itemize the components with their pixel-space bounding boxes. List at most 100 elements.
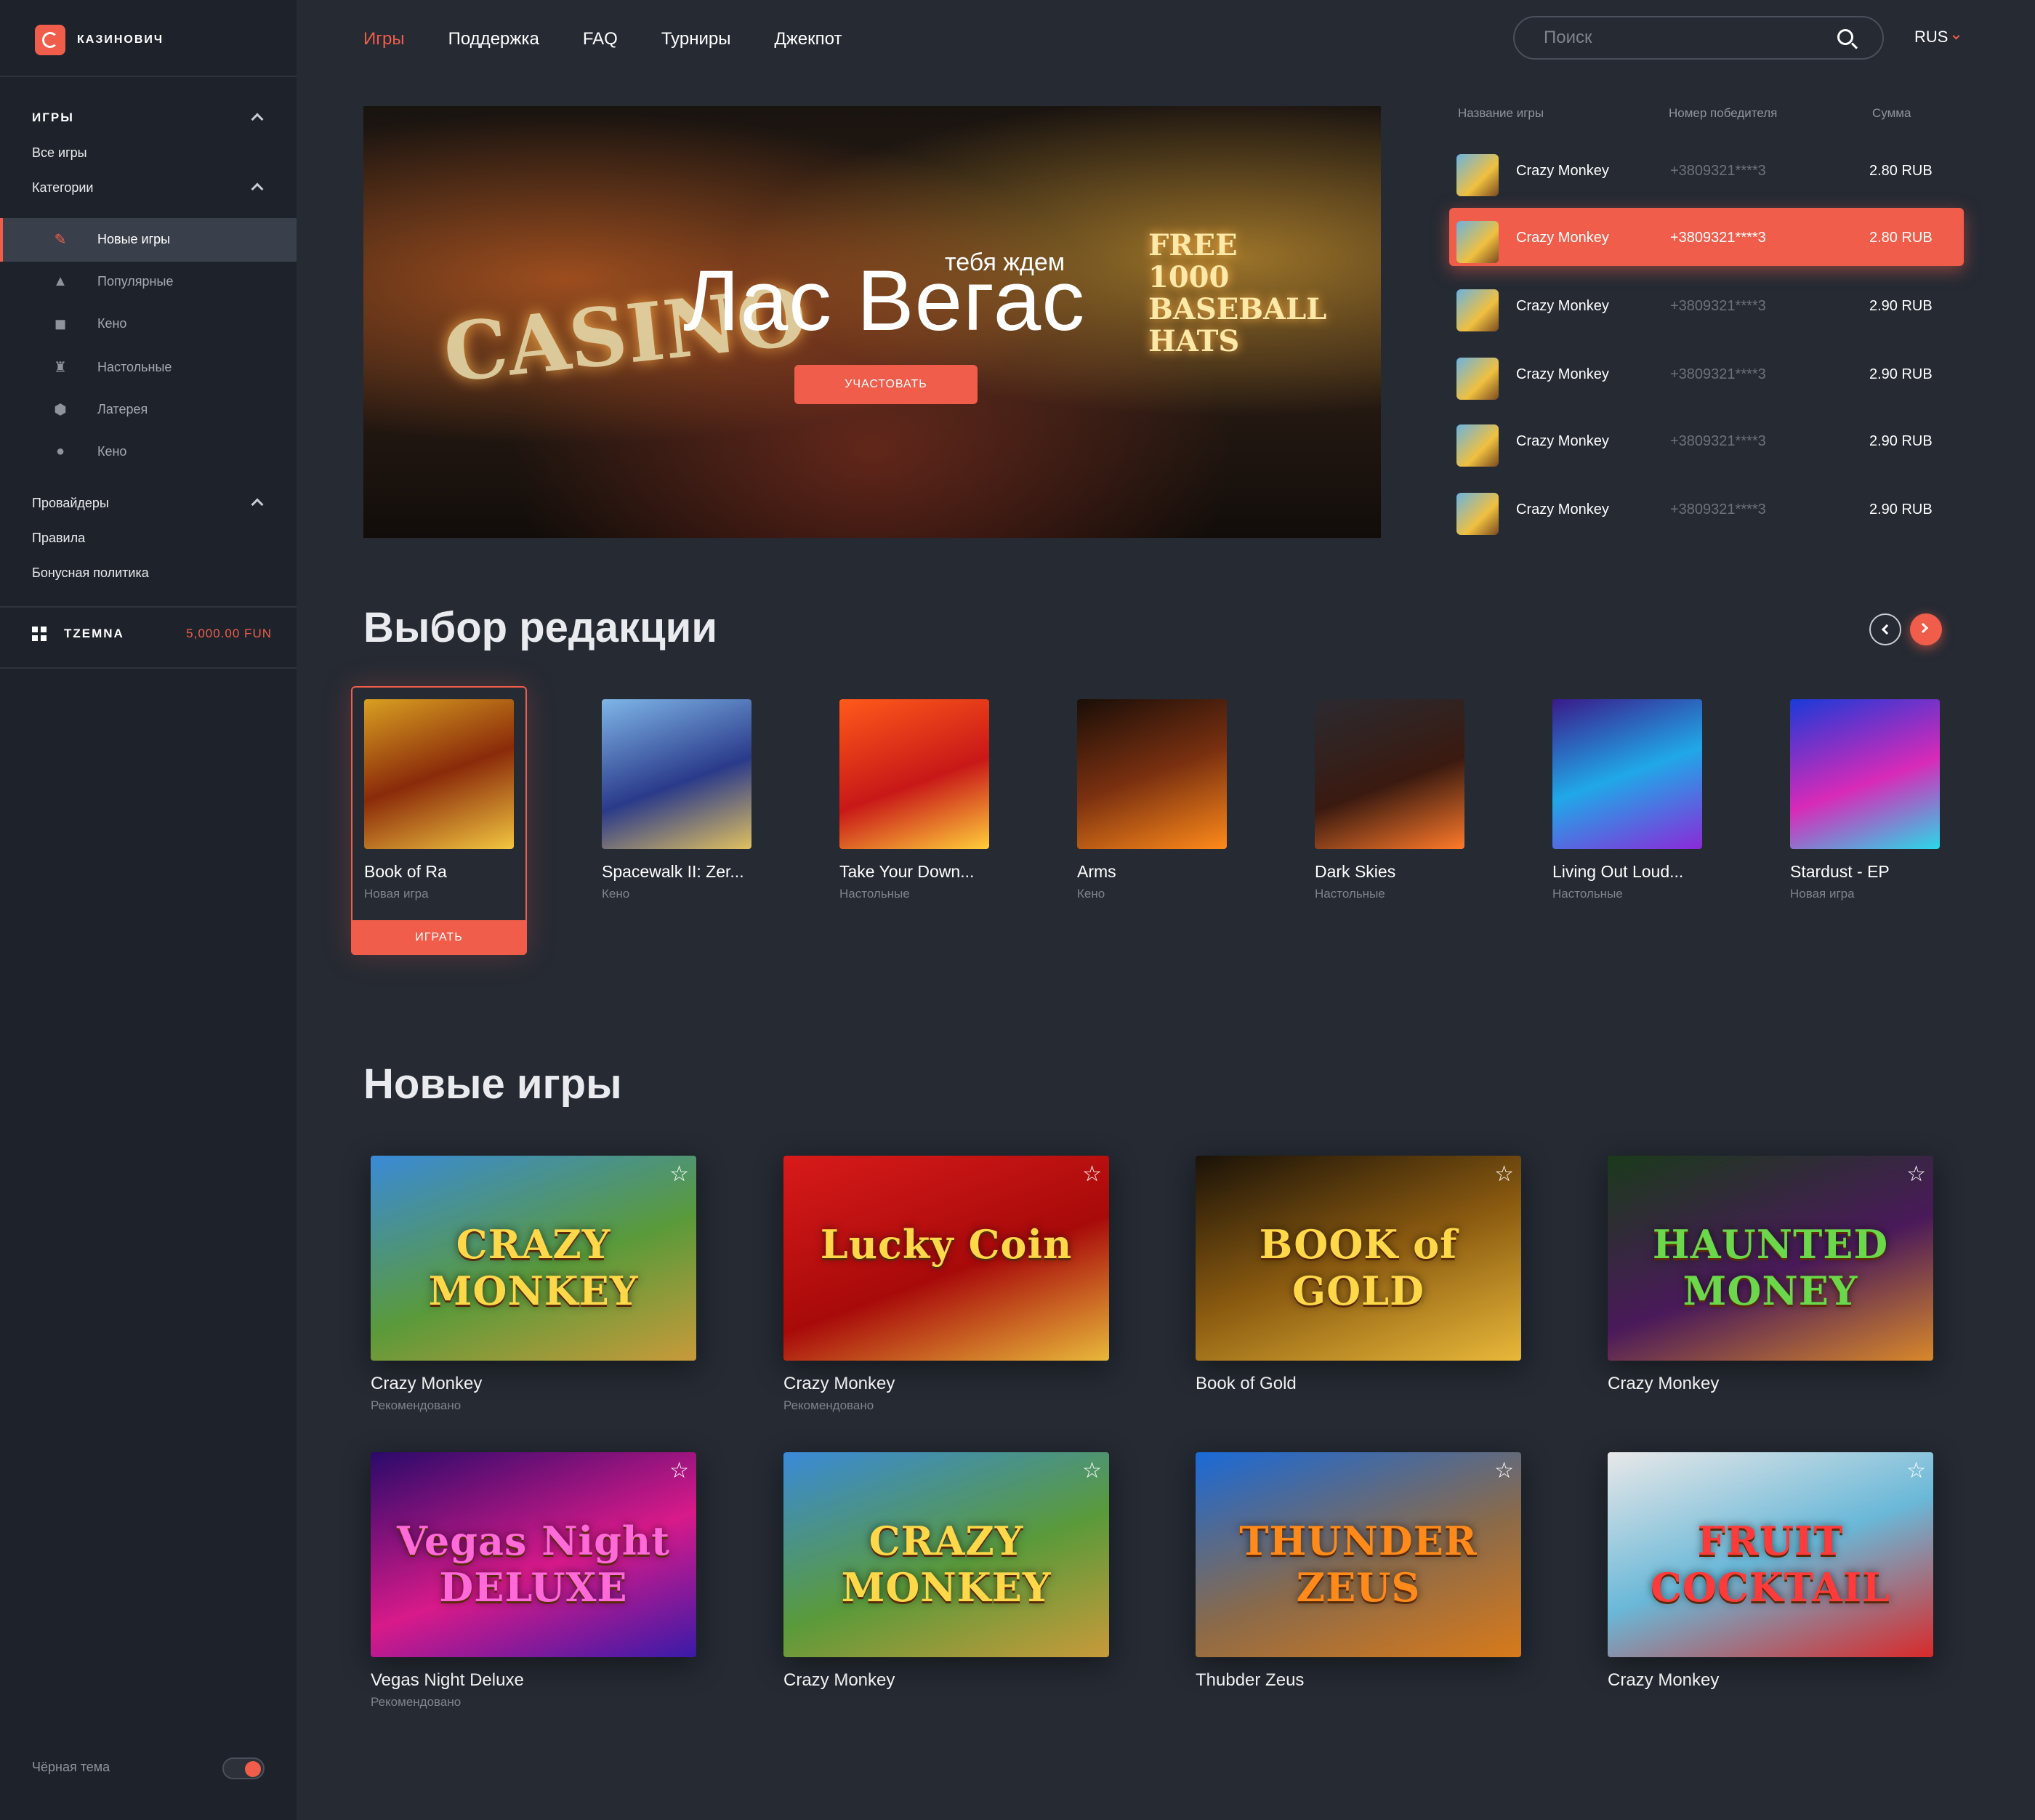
sidebar-item-categories[interactable]: Категории — [32, 180, 93, 196]
games-heading[interactable]: ИГРЫ — [32, 110, 74, 125]
star-icon[interactable]: ☆ — [1906, 1458, 1926, 1483]
chess-rook-icon: ♜ — [54, 359, 67, 376]
wrench-icon: ✎ — [54, 231, 67, 248]
ball-icon: ● — [55, 443, 65, 459]
carousel-prev-button[interactable] — [1869, 613, 1901, 645]
winner-row[interactable]: Crazy Monkey +3809321****3 2.90 RUB — [1449, 411, 1964, 470]
username: TZEMNA — [64, 627, 124, 640]
winner-game: Crazy Monkey — [1516, 230, 1609, 246]
winner-game: Crazy Monkey — [1516, 502, 1609, 518]
winner-row[interactable]: Crazy Monkey +3809321****3 2.90 RUB — [1449, 345, 1964, 403]
star-icon[interactable]: ☆ — [1494, 1458, 1514, 1483]
winner-sum: 2.90 RUB — [1869, 298, 1933, 314]
star-icon[interactable]: ☆ — [1082, 1458, 1102, 1483]
sidebar-item-rules[interactable]: Правила — [32, 531, 85, 546]
game-card[interactable]: CRAZY MONKEY ☆ Crazy Monkey — [783, 1452, 1109, 1695]
game-category: Рекомендовано — [371, 1398, 462, 1412]
game-cover-title: FRUIT COCKTAIL — [1650, 1518, 1891, 1611]
nav-jackpot[interactable]: Джекпот — [774, 29, 842, 49]
game-card[interactable]: THUNDER ZEUS ☆ Thubder Zeus — [1196, 1452, 1521, 1695]
winners-table: Название игры Номер победителя Сумма Cra… — [1449, 106, 1964, 535]
grid-icon — [32, 627, 47, 641]
editors-pick-title: Выбор редакции — [363, 604, 717, 651]
category-popular[interactable]: ▲ Популярные — [52, 273, 173, 289]
nav-tournaments[interactable]: Турниры — [661, 29, 731, 49]
category-table[interactable]: ♜ Настольные — [52, 359, 172, 376]
search-box — [1513, 16, 1884, 60]
game-card[interactable]: Lucky Coin ☆ Crazy Monkey Рекомендовано — [783, 1156, 1109, 1413]
category-keno-2[interactable]: ● Кено — [52, 443, 127, 459]
game-cover-title: CRAZY MONKEY — [428, 1221, 639, 1314]
game-cover: Lucky Coin ☆ — [783, 1156, 1109, 1361]
game-name: Take Your Down... — [839, 862, 975, 881]
game-thumbnail — [602, 699, 751, 849]
game-card[interactable]: CRAZY MONKEY ☆ Crazy Monkey Рекомендовано — [371, 1156, 696, 1413]
game-category: Рекомендовано — [371, 1695, 462, 1709]
sidebar-item-bonus-policy[interactable]: Бонусная политика — [32, 565, 149, 581]
col-phone: Номер победителя — [1669, 106, 1778, 120]
search-input[interactable] — [1544, 26, 1834, 49]
game-card[interactable]: FRUIT COCKTAIL ☆ Crazy Monkey — [1608, 1452, 1933, 1695]
game-name: Arms — [1077, 862, 1116, 881]
search-icon[interactable] — [1837, 29, 1853, 45]
winner-row[interactable]: Crazy Monkey +3809321****3 2.90 RUB — [1449, 480, 1964, 538]
winner-game: Crazy Monkey — [1516, 298, 1609, 314]
sidebar-item-providers[interactable]: Провайдеры — [32, 496, 109, 511]
winner-phone: +3809321****3 — [1670, 433, 1766, 449]
game-thumbnail — [839, 699, 989, 849]
nav-support[interactable]: Поддержка — [448, 29, 539, 49]
top-nav: Игры Поддержка FAQ Турниры Джекпот — [363, 29, 885, 49]
star-icon[interactable]: ☆ — [669, 1458, 689, 1483]
logo[interactable]: КАЗИНОВИЧ — [35, 25, 164, 55]
col-sum: Сумма — [1872, 106, 1911, 120]
winner-row[interactable]: Crazy Monkey +3809321****3 2.90 RUB — [1449, 276, 1964, 334]
game-cover-title: CRAZY MONKEY — [841, 1518, 1052, 1611]
category-label: Латерея — [97, 401, 148, 416]
winner-phone: +3809321****3 — [1670, 502, 1766, 518]
category-label: Настольные — [97, 359, 172, 374]
game-card[interactable]: Vegas Night DELUXE ☆ Vegas Night Deluxe Рек… — [371, 1452, 696, 1710]
game-cover: HAUNTED MONEY ☆ — [1608, 1156, 1933, 1361]
divider — [0, 606, 297, 608]
user-account[interactable]: TZEMNA 5,000.00 FUN — [32, 627, 272, 641]
category-keno[interactable]: ◼ Кено — [52, 315, 127, 332]
carousel-next-button[interactable] — [1910, 613, 1942, 645]
game-card[interactable]: BOOK of GOLD ☆ Book of Gold — [1196, 1156, 1521, 1398]
game-thumbnail — [1315, 699, 1464, 849]
chevron-up-icon[interactable] — [251, 498, 264, 511]
hero-neon-sign: FREE 1000 BASEBALL HATS — [1148, 228, 1327, 358]
game-category: Новая игра — [364, 887, 429, 901]
winner-row[interactable]: Crazy Monkey +3809321****3 2.80 RUB — [1449, 141, 1964, 199]
theme-label: Чёрная тема — [32, 1760, 110, 1774]
sidebar-item-all-games[interactable]: Все игры — [32, 145, 87, 161]
game-name: Living Out Loud... — [1552, 862, 1684, 881]
winner-phone: +3809321****3 — [1670, 298, 1766, 314]
chevron-up-icon[interactable] — [251, 182, 264, 196]
dark-theme-toggle[interactable] — [222, 1757, 265, 1779]
category-new-games[interactable]: ✎ Новые игры — [52, 231, 170, 248]
star-icon[interactable]: ☆ — [669, 1161, 689, 1187]
nav-games[interactable]: Игры — [363, 29, 405, 49]
participate-button[interactable]: УЧАСТОВАТЬ — [794, 365, 978, 404]
winner-row[interactable]: Crazy Monkey +3809321****3 2.80 RUB — [1449, 208, 1964, 266]
game-name: Stardust - EP — [1790, 862, 1890, 881]
winner-phone: +3809321****3 — [1670, 230, 1766, 246]
game-cover-title: Lucky Coin — [820, 1221, 1073, 1268]
play-button[interactable]: ИГРАТЬ — [351, 920, 527, 955]
star-icon[interactable]: ☆ — [1494, 1161, 1514, 1187]
language-select[interactable]: RUS — [1914, 28, 1960, 47]
chevron-up-icon[interactable] — [251, 113, 264, 126]
star-icon[interactable]: ☆ — [1082, 1161, 1102, 1187]
category-lottery[interactable]: ⬢ Латерея — [52, 401, 148, 418]
nav-faq[interactable]: FAQ — [583, 29, 618, 49]
winner-game: Crazy Monkey — [1516, 163, 1609, 179]
game-cover: FRUIT COCKTAIL ☆ — [1608, 1452, 1933, 1657]
game-cover: CRAZY MONKEY ☆ — [371, 1156, 696, 1361]
game-cover-title: BOOK of GOLD — [1259, 1221, 1458, 1314]
star-icon[interactable]: ☆ — [1906, 1161, 1926, 1187]
game-thumbnail — [1790, 699, 1940, 849]
winner-game: Crazy Monkey — [1516, 433, 1609, 449]
game-thumbnail — [1456, 154, 1499, 196]
game-category: Кено — [1077, 887, 1105, 901]
game-card[interactable]: HAUNTED MONEY ☆ Crazy Monkey — [1608, 1156, 1933, 1398]
